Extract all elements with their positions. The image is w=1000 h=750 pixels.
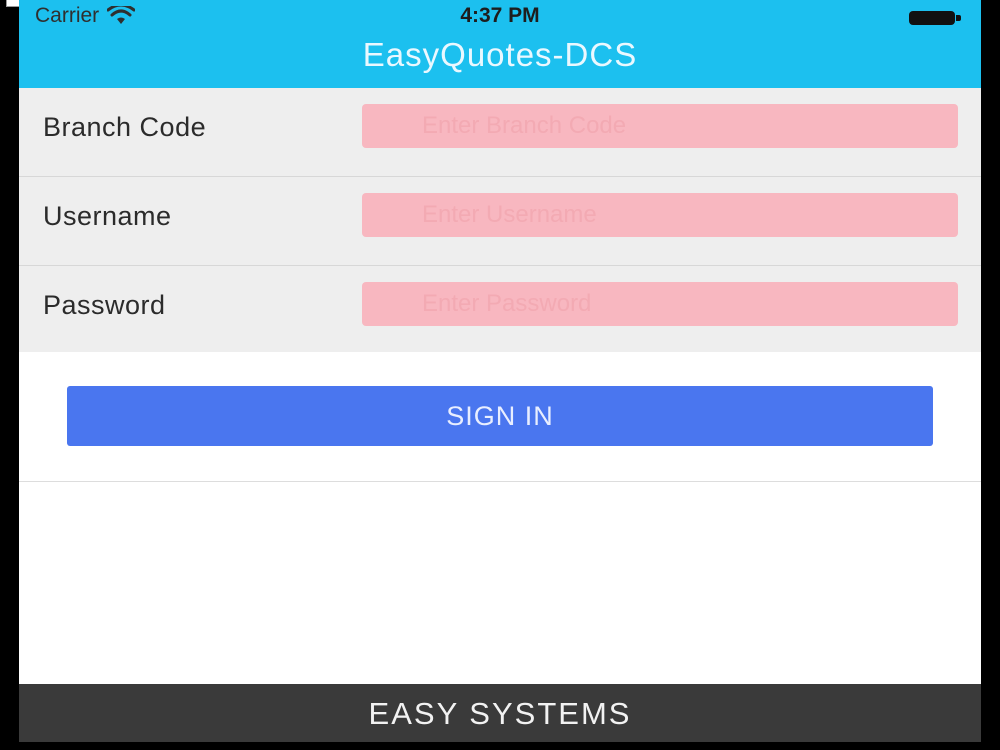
- username-input[interactable]: [362, 193, 958, 237]
- window-corner: [6, 0, 20, 7]
- username-label: Username: [43, 201, 172, 231]
- branch-code-input[interactable]: [362, 104, 958, 148]
- status-time: 4:37 PM: [460, 4, 540, 27]
- device-frame: Carrier 4:37 PM EasyQuotes-DCS Branch Co…: [0, 0, 1000, 750]
- status-bar: Carrier 4:37 PM: [19, 0, 981, 34]
- login-form: Branch Code Username Password: [19, 88, 981, 356]
- app-screen: Carrier 4:37 PM EasyQuotes-DCS Branch Co…: [19, 0, 981, 742]
- battery-icon: [909, 11, 963, 25]
- branch-code-label: Branch Code: [43, 112, 207, 142]
- footer-bar: EASY SYSTEMS: [19, 684, 981, 742]
- footer-brand: EASY SYSTEMS: [368, 696, 632, 731]
- branch-code-row: Branch Code: [19, 88, 981, 177]
- password-input[interactable]: [362, 282, 958, 326]
- nav-title: EasyQuotes-DCS: [362, 36, 638, 73]
- action-area: SIGN IN: [19, 352, 981, 482]
- username-row: Username: [19, 177, 981, 266]
- password-label: Password: [43, 290, 166, 320]
- top-bar: Carrier 4:37 PM EasyQuotes-DCS: [19, 0, 981, 88]
- password-row: Password: [19, 266, 981, 356]
- sign-in-button[interactable]: SIGN IN: [67, 386, 933, 446]
